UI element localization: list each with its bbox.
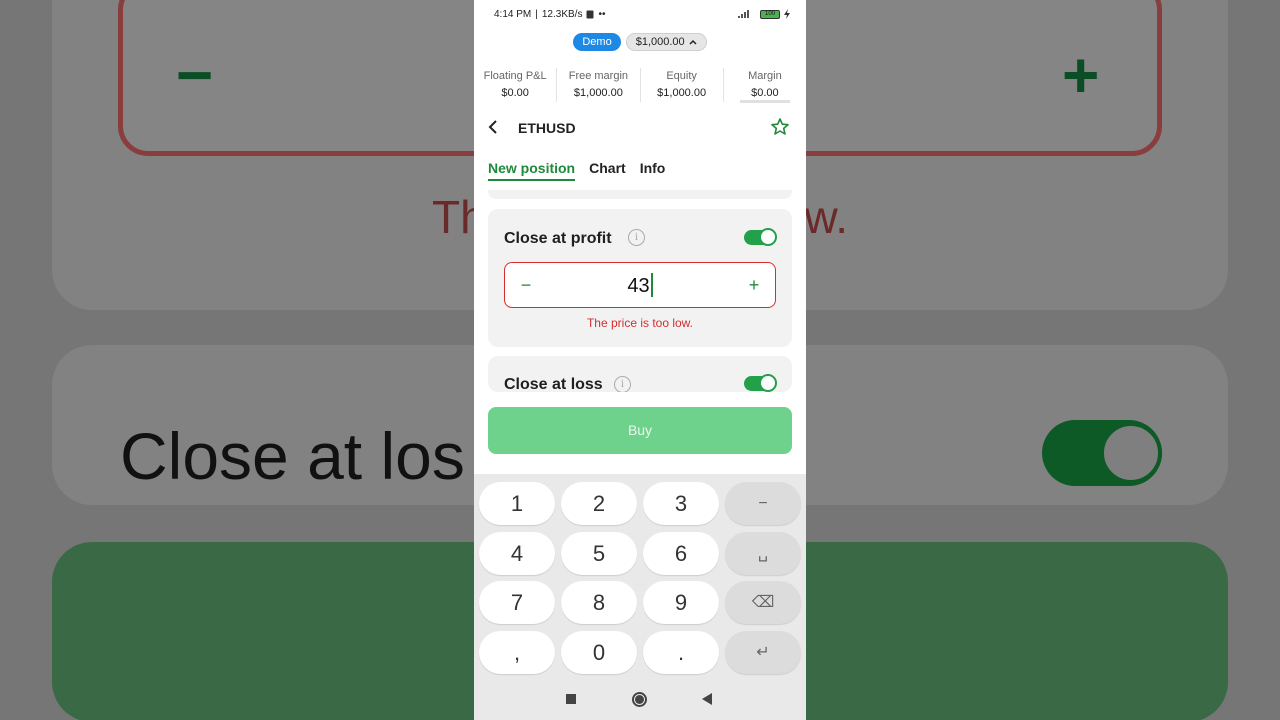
key-minus[interactable]: −	[725, 482, 801, 525]
key-5[interactable]: 5	[561, 532, 637, 575]
metric-margin: Margin $0.00	[724, 68, 806, 102]
close-at-loss-toggle[interactable]	[744, 374, 777, 392]
metric-label: Floating P&L	[483, 70, 547, 82]
key-0[interactable]: 0	[561, 631, 637, 674]
close-at-profit-card: Close at profit i − 43 + The price is to…	[488, 209, 792, 347]
numeric-keyboard: 1 2 3 − 4 5 6 ␣ 7 8 9 ⌫ , 0 . ↵	[474, 474, 806, 680]
tab-chart[interactable]: Chart	[589, 160, 626, 181]
toggle-knob	[759, 228, 777, 246]
charging-icon	[784, 9, 790, 19]
account-row: Demo $1,000.00	[474, 33, 806, 51]
key-period[interactable]: .	[643, 631, 719, 674]
key-6[interactable]: 6	[643, 532, 719, 575]
demo-badge[interactable]: Demo	[573, 33, 621, 51]
metric-value: $0.00	[501, 87, 529, 99]
key-1[interactable]: 1	[479, 482, 555, 525]
phone-screen: 4:14 PM | 12.3KB/s •• 100 Demo $1,000.00…	[474, 0, 806, 720]
tab-bar: New position Chart Info	[488, 160, 665, 181]
text-caret	[650, 273, 653, 298]
tab-info[interactable]: Info	[640, 160, 666, 181]
star-favorite-icon[interactable]	[770, 117, 790, 137]
key-comma[interactable]: ,	[479, 631, 555, 674]
profit-price-input[interactable]: 43	[505, 273, 775, 298]
system-nav-bar	[474, 680, 806, 720]
metrics-scroll-indicator	[740, 100, 790, 103]
tab-new-position[interactable]: New position	[488, 160, 576, 181]
increase-button[interactable]: +	[743, 273, 765, 297]
close-at-loss-card: Close at loss i	[488, 356, 792, 392]
metric-value: $1,000.00	[573, 87, 623, 99]
bg-plus: +	[1062, 39, 1100, 111]
bg-loss-label: Close at los	[120, 419, 465, 493]
battery-icon: 100	[760, 9, 780, 19]
status-right: 100	[738, 9, 790, 19]
key-backspace[interactable]: ⌫	[725, 581, 801, 624]
balance-value: $1,000.00	[635, 36, 685, 48]
sim-icon	[586, 10, 594, 19]
instrument-symbol: ETHUSD	[518, 120, 576, 136]
key-3[interactable]: 3	[643, 482, 719, 525]
toggle-knob	[759, 374, 777, 392]
balance-dropdown[interactable]: $1,000.00	[625, 33, 707, 51]
key-space[interactable]: ␣	[725, 532, 801, 575]
signal-icon	[738, 10, 756, 18]
instrument-header: ETHUSD	[474, 112, 806, 142]
metric-floating-pl: Floating P&L $0.00	[474, 68, 558, 102]
price-error-message: The price is too low.	[586, 316, 694, 330]
recents-square-icon[interactable]	[566, 694, 576, 704]
bg-toggle-knob	[1100, 422, 1162, 484]
key-8[interactable]: 8	[561, 581, 637, 624]
profit-price-value: 43	[627, 275, 650, 297]
back-arrow-icon[interactable]	[486, 116, 500, 138]
home-dot-icon	[635, 695, 644, 704]
key-2[interactable]: 2	[561, 482, 637, 525]
metric-value: $1,000.00	[657, 87, 707, 99]
status-bar: 4:14 PM | 12.3KB/s •• 100	[474, 0, 806, 28]
key-4[interactable]: 4	[479, 532, 555, 575]
bg-error-right: w.	[804, 191, 848, 243]
bg-minus: −	[176, 39, 214, 111]
metric-label: Free margin	[568, 70, 629, 82]
close-at-profit-title: Close at profit	[504, 230, 612, 247]
status-divider: |	[535, 9, 538, 20]
key-9[interactable]: 9	[643, 581, 719, 624]
chevron-up-icon	[689, 39, 697, 45]
account-metrics: Floating P&L $0.00 Free margin $1,000.00…	[474, 68, 806, 102]
key-7[interactable]: 7	[479, 581, 555, 624]
key-enter[interactable]: ↵	[725, 631, 801, 674]
back-triangle-icon[interactable]	[702, 693, 712, 705]
info-icon[interactable]: i	[614, 376, 631, 392]
close-at-loss-title: Close at loss	[504, 376, 603, 392]
status-speed: 12.3KB/s	[541, 9, 583, 20]
status-extra: ••	[598, 9, 606, 20]
buy-button[interactable]: Buy	[488, 407, 792, 454]
metric-value: $0.00	[751, 87, 779, 99]
metric-label: Margin	[748, 70, 782, 82]
status-left: 4:14 PM | 12.3KB/s ••	[494, 9, 605, 20]
metric-free-margin: Free margin $1,000.00	[557, 68, 641, 102]
close-at-profit-toggle[interactable]	[744, 228, 777, 246]
profit-price-stepper[interactable]: − 43 +	[504, 262, 776, 308]
previous-card-edge	[488, 190, 792, 199]
info-icon[interactable]: i	[628, 229, 645, 246]
metric-label: Equity	[666, 70, 697, 82]
status-time: 4:14 PM	[494, 9, 532, 20]
metric-equity: Equity $1,000.00	[641, 68, 724, 102]
